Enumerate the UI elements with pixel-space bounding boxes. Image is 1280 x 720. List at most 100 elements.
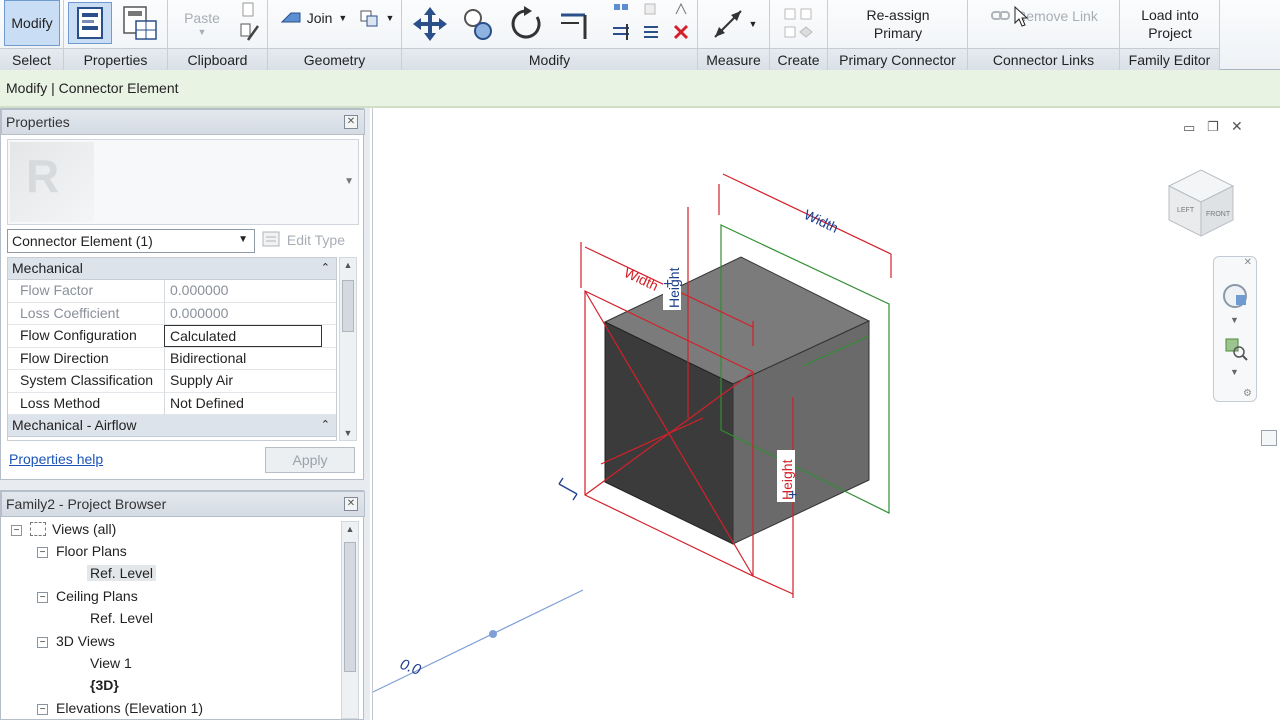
width-label-left: Width <box>622 264 661 294</box>
remove-link-button[interactable]: Remove Link <box>974 4 1114 28</box>
type-selector-value: Connector Element (1) <box>12 233 153 249</box>
browser-scrollbar[interactable]: ▲ <box>341 521 359 719</box>
copy-button[interactable] <box>236 0 262 20</box>
viewcube[interactable]: LEFT FRONT <box>1167 169 1235 237</box>
type-preview: R ▼ <box>7 139 359 225</box>
mouse-cursor-icon <box>1013 5 1029 31</box>
rotate-button[interactable] <box>504 2 548 46</box>
move-button[interactable] <box>408 2 452 46</box>
paste-button[interactable]: Paste ▼ <box>176 2 228 44</box>
prop-value-editing[interactable]: Calculated <box>164 325 322 347</box>
type-selector[interactable]: Connector Element (1) ▼ <box>7 229 255 253</box>
align-icon <box>612 2 630 16</box>
tree-item-3d-active[interactable]: {3D} <box>90 677 119 693</box>
group-mechanical-airflow[interactable]: Mechanical - Airflow ⌃ <box>8 415 336 437</box>
measure-dropdown-icon: ▼ <box>748 19 758 29</box>
properties-help-link[interactable]: Properties help <box>9 451 103 467</box>
reassign-primary-line1: Re-assign <box>866 7 930 23</box>
scroll-thumb[interactable] <box>344 542 356 672</box>
mirror-icon <box>672 2 690 16</box>
properties-scrollbar[interactable]: ▲ ▼ <box>339 257 357 441</box>
offset-button[interactable] <box>638 0 664 18</box>
scroll-up-icon[interactable]: ▲ <box>341 260 355 270</box>
navbar-close-icon[interactable]: ✕ <box>1244 257 1252 268</box>
wheel-dropdown-icon[interactable]: ▼ <box>1230 315 1239 325</box>
link-icon <box>990 7 1012 25</box>
delete-button[interactable] <box>668 20 694 44</box>
geometry-panel: Join ▼ ▼ Geometry <box>268 0 402 70</box>
load-into-project-line1: Load into <box>1141 7 1199 23</box>
collapse-toggle-icon[interactable]: − <box>37 637 48 648</box>
measure-panel: ▼ Measure <box>698 0 770 70</box>
scroll-down-icon[interactable]: ▼ <box>341 428 355 438</box>
tree-item-ref-level-floor[interactable]: Ref. Level <box>87 565 157 581</box>
prop-value[interactable]: Supply Air <box>164 370 322 392</box>
tree-item-views-all[interactable]: − Views (all) <box>11 521 116 537</box>
primary-connector-panel-label: Primary Connector <box>828 48 967 70</box>
geometry-panel-label: Geometry <box>268 48 401 70</box>
join-icon <box>279 8 303 28</box>
preview-dropdown-icon[interactable]: ▼ <box>344 176 354 187</box>
steering-wheel-icon[interactable] <box>1222 283 1250 314</box>
modify-button[interactable]: Modify <box>4 0 60 46</box>
type-selector-arrow-icon: ▼ <box>238 234 248 245</box>
prop-value[interactable]: 0.000000 <box>164 302 322 325</box>
measure-panel-label: Measure <box>698 48 769 70</box>
copy-element-button[interactable] <box>456 2 500 46</box>
properties-grid: Mechanical ⌃ Flow Factor 0.000000 Loss C… <box>7 257 337 441</box>
navbar-options-icon[interactable]: ⚙ <box>1243 388 1252 399</box>
project-browser: Family2 - Project Browser ✕ − Views (all)… <box>0 490 365 720</box>
clipboard-panel: Paste ▼ Clipboard <box>168 0 268 70</box>
collapse-toggle-icon[interactable]: − <box>37 592 48 603</box>
group-mechanical[interactable]: Mechanical ⌃ <box>8 258 336 280</box>
cut-geometry-icon <box>358 8 382 28</box>
canvas-scrollbar-thumb[interactable] <box>1261 430 1277 446</box>
edit-type-button[interactable]: Edit Type <box>261 230 345 248</box>
collapse-toggle-icon[interactable]: − <box>37 704 48 715</box>
scroll-thumb[interactable] <box>342 280 354 332</box>
collapse-toggle-icon[interactable]: − <box>11 525 22 536</box>
tree-item-elevations[interactable]: − Elevations (Elevation 1) <box>37 700 203 716</box>
array-button[interactable] <box>638 20 664 44</box>
prop-value[interactable]: Not Defined <box>164 392 322 415</box>
svg-text:R: R <box>26 150 59 202</box>
load-into-project-button[interactable]: Load into Project <box>1126 2 1214 46</box>
drawing-canvas[interactable]: ▭ ❐ ✕ 0.0 Width Width Height Height + + … <box>372 108 1280 720</box>
ref-level-line <box>373 589 584 693</box>
join-button[interactable]: Join ▼ <box>274 6 352 30</box>
tree-item-ceiling-plans[interactable]: − Ceiling Plans <box>37 588 138 604</box>
family-preview-image: R <box>10 142 94 222</box>
type-properties-button[interactable] <box>118 2 162 44</box>
apply-button[interactable]: Apply <box>265 447 355 473</box>
prop-name: Flow Configuration <box>20 327 137 343</box>
tree-item-3d-views[interactable]: −3D Views <box>37 633 115 649</box>
split-button[interactable] <box>608 20 634 44</box>
tree-item-floor-plans[interactable]: − Floor Plans <box>37 543 127 559</box>
zoom-dropdown-icon[interactable]: ▼ <box>1230 367 1239 377</box>
prop-value[interactable]: 0.000000 <box>164 280 322 302</box>
tree-item-ref-level-ceiling[interactable]: Ref. Level <box>90 610 153 626</box>
collapse-icon[interactable]: ⌃ <box>321 418 330 431</box>
trim-extend-button[interactable] <box>552 2 596 46</box>
offset-icon <box>642 2 660 16</box>
trim-extend-icon <box>555 5 593 43</box>
edit-type-label: Edit Type <box>286 232 346 248</box>
measure-icon <box>709 5 749 43</box>
properties-close-icon[interactable]: ✕ <box>344 115 358 129</box>
reassign-primary-button[interactable]: Re-assign Primary <box>838 2 958 46</box>
browser-close-icon[interactable]: ✕ <box>344 497 358 511</box>
tree-item-view-1[interactable]: View 1 <box>90 655 132 671</box>
align-button[interactable] <box>608 0 634 18</box>
scroll-up-icon[interactable]: ▲ <box>343 524 357 534</box>
measure-button[interactable]: ▼ <box>702 2 764 46</box>
match-properties-button[interactable] <box>236 20 262 44</box>
mirror-button[interactable] <box>668 0 694 18</box>
cut-geometry-button[interactable]: ▼ <box>354 6 398 30</box>
collapse-toggle-icon[interactable]: − <box>37 547 48 558</box>
prop-value[interactable]: Bidirectional <box>164 347 322 370</box>
properties-button[interactable] <box>68 2 112 44</box>
level-grip-icon <box>489 630 497 638</box>
collapse-icon[interactable]: ⌃ <box>321 261 330 274</box>
create-similar-button[interactable] <box>774 2 824 46</box>
zoom-region-icon[interactable] <box>1224 337 1248 364</box>
